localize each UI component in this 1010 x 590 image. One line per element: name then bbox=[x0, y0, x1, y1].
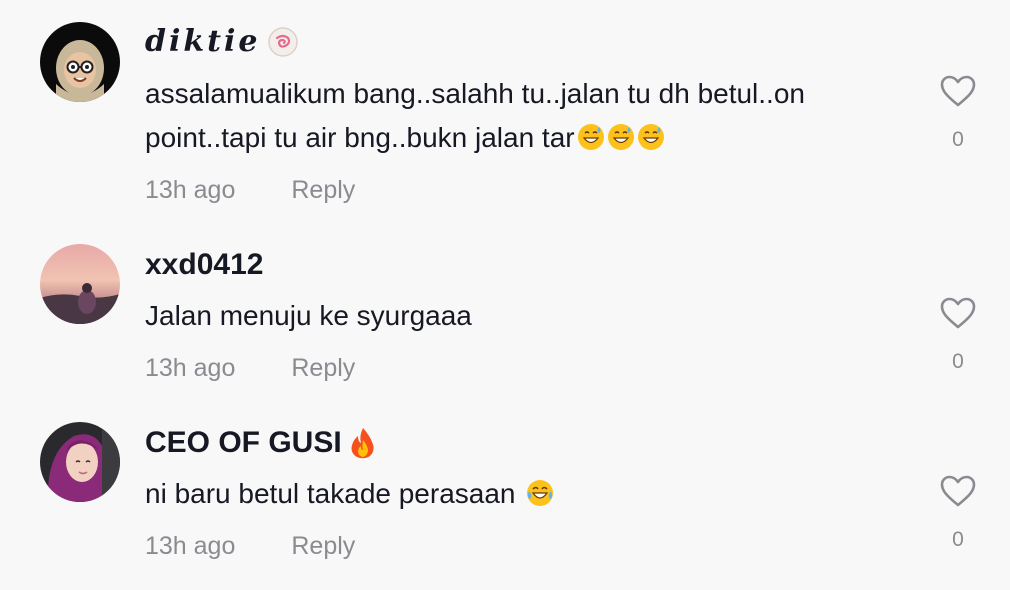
comment-text: ni baru betul takade perasaan bbox=[145, 472, 905, 516]
hijab-photo-avatar-icon bbox=[40, 422, 120, 502]
comment-time: 13h ago bbox=[145, 532, 236, 560]
fire-emoji-icon bbox=[351, 428, 374, 459]
comment-item: CEO OF GUSI ni baru betul takade perasaa… bbox=[0, 0, 1010, 590]
comment-meta: 13h ago Reply bbox=[145, 532, 355, 561]
comment-text-body: ni baru betul takade perasaan bbox=[145, 478, 516, 509]
avatar[interactable] bbox=[40, 422, 120, 502]
heart-outline-icon[interactable] bbox=[930, 474, 986, 508]
tears-of-joy-emoji-icon bbox=[526, 480, 553, 506]
like-count: 0 bbox=[952, 528, 964, 551]
username-text: CEO OF GUSI bbox=[145, 426, 342, 459]
like-box: 0 bbox=[930, 474, 986, 552]
username[interactable]: CEO OF GUSI bbox=[145, 426, 378, 460]
reply-button[interactable]: Reply bbox=[291, 532, 355, 561]
comment-list: diktie assalamualikum bang..salahh tu..j… bbox=[0, 0, 1010, 590]
